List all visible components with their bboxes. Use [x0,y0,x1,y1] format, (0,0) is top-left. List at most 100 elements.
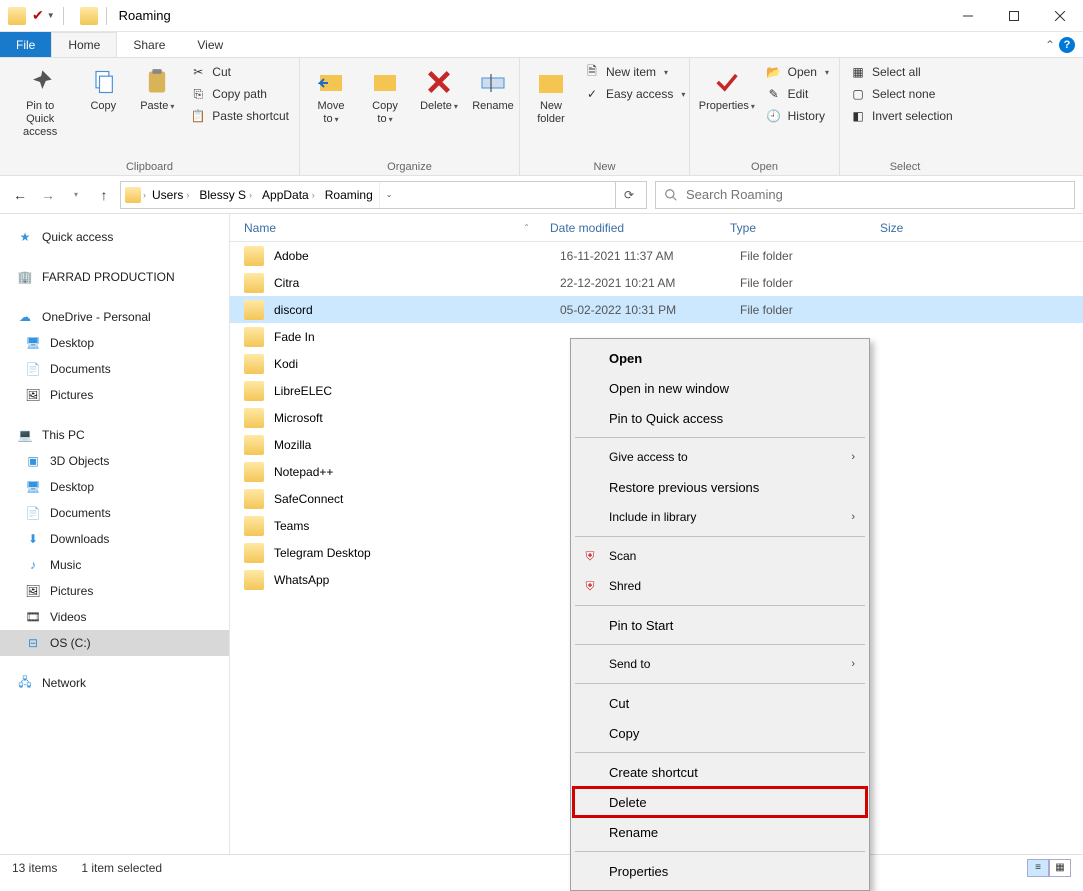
search-input[interactable] [655,181,1075,209]
column-type[interactable]: Type [730,221,880,235]
ctx-open-new-window[interactable]: Open in new window [573,373,867,403]
column-date[interactable]: Date modified [550,221,730,235]
cut-button[interactable]: ✂Cut [186,62,293,82]
properties-button[interactable]: Properties [696,62,758,117]
recent-dropdown[interactable]: ▾ [64,183,88,207]
ctx-pin-start[interactable]: Pin to Start [573,610,867,640]
scissors-icon: ✂ [190,64,206,80]
sidebar-item-onedrive[interactable]: ☁OneDrive - Personal [0,304,229,330]
new-group: New folder 🗎New item ✓Easy access New [520,58,690,175]
sidebar-item-documents[interactable]: 📄Documents [0,356,229,382]
column-headers[interactable]: Name⌃ Date modified Type Size [230,214,1083,242]
sidebar-item-pictures[interactable]: 🖼Pictures [0,578,229,604]
easy-access-button[interactable]: ✓Easy access [580,84,689,104]
file-tab[interactable]: File [0,32,51,57]
view-tab[interactable]: View [181,32,239,57]
address-bar[interactable]: › Users› Blessy S› AppData› Roaming ⌄ ⟳ [120,181,647,209]
sidebar-item-pictures[interactable]: 🖼Pictures [0,382,229,408]
open-group: Properties 📂Open ✎Edit 🕘History Open [690,58,840,175]
building-icon: 🏢 [16,268,34,286]
invert-selection-button[interactable]: ◧Invert selection [846,106,957,126]
group-label: Clipboard [6,159,293,175]
sidebar-item-this-pc[interactable]: 💻This PC [0,422,229,448]
ctx-restore-versions[interactable]: Restore previous versions [573,472,867,502]
network-icon: 🖧 [16,674,34,692]
help-icon[interactable]: ? [1059,37,1075,53]
sidebar-item-os-c[interactable]: ⊟OS (C:) [0,630,229,656]
forward-button[interactable]: → [36,183,60,207]
delete-button[interactable]: Delete [414,62,464,117]
column-size[interactable]: Size [880,221,1083,235]
search-icon [664,188,678,202]
icons-view-button[interactable]: ▦ [1049,859,1071,877]
sidebar-item-desktop[interactable]: 🖥Desktop [0,330,229,356]
drive-icon: ⊟ [24,634,42,652]
star-icon: ★ [16,228,34,246]
select-all-button[interactable]: ▦Select all [846,62,957,82]
sidebar-item-desktop[interactable]: 🖥Desktop [0,474,229,500]
move-to-button[interactable]: Move to [306,62,356,130]
ctx-shred[interactable]: ⛨Shred [573,571,867,601]
invert-icon: ◧ [850,108,866,124]
quick-access-toolbar[interactable]: ✔ ▼ [32,7,55,24]
pc-icon: 💻 [16,426,34,444]
select-none-button[interactable]: ▢Select none [846,84,957,104]
file-row[interactable]: discord 05-02-2022 10:31 PM File folder [230,296,1083,323]
ctx-scan[interactable]: ⛨Scan [573,541,867,571]
file-row[interactable]: Adobe 16-11-2021 11:37 AM File folder [230,242,1083,269]
new-folder-button[interactable]: New folder [526,62,576,130]
details-view-button[interactable]: ≡ [1027,859,1049,877]
sidebar-item-network[interactable]: 🖧Network [0,670,229,696]
search-field[interactable] [686,187,1066,202]
copy-path-button[interactable]: ⎘Copy path [186,84,293,104]
breadcrumb[interactable]: AppData› [258,186,319,204]
history-button[interactable]: 🕘History [762,106,833,126]
column-name[interactable]: Name⌃ [230,221,550,235]
ctx-give-access[interactable]: Give access to› [573,442,867,472]
sidebar-item-videos[interactable]: 🎞Videos [0,604,229,630]
maximize-button[interactable] [991,0,1037,32]
paste-shortcut-button[interactable]: 📋Paste shortcut [186,106,293,126]
ctx-open[interactable]: Open [573,343,867,373]
new-item-button[interactable]: 🗎New item [580,62,689,82]
close-button[interactable] [1037,0,1083,32]
sidebar-item-music[interactable]: ♪Music [0,552,229,578]
ctx-delete[interactable]: Delete [573,787,867,817]
minimize-button[interactable] [945,0,991,32]
ctx-create-shortcut[interactable]: Create shortcut [573,757,867,787]
edit-button[interactable]: ✎Edit [762,84,833,104]
pin-quick-access-button[interactable]: Pin to Quick access [6,62,74,144]
paste-button[interactable]: Paste [132,62,182,117]
breadcrumb[interactable]: Users› [148,186,193,204]
sidebar-item-downloads[interactable]: ⬇Downloads [0,526,229,552]
share-tab[interactable]: Share [117,32,181,57]
breadcrumb[interactable]: Blessy S› [195,186,256,204]
rename-button[interactable]: Rename [468,62,518,117]
ctx-copy[interactable]: Copy [573,718,867,748]
refresh-button[interactable]: ⟳ [615,182,642,208]
sidebar-item-farrad[interactable]: 🏢FARRAD PRODUCTION [0,264,229,290]
sidebar-item-3d-objects[interactable]: ▣3D Objects [0,448,229,474]
ctx-send-to[interactable]: Send to› [573,649,867,679]
ctx-cut[interactable]: Cut [573,688,867,718]
edit-icon: ✎ [766,86,782,102]
sidebar-item-quick-access[interactable]: ★Quick access [0,224,229,250]
main-area: ★Quick access 🏢FARRAD PRODUCTION ☁OneDri… [0,214,1083,854]
ctx-rename[interactable]: Rename [573,817,867,847]
ctx-include-library[interactable]: Include in library› [573,502,867,532]
copy-to-button[interactable]: Copy to [360,62,410,130]
breadcrumb[interactable]: Roaming [321,186,377,204]
ribbon-collapse[interactable]: ⌃? [1045,32,1083,57]
sidebar-item-documents[interactable]: 📄Documents [0,500,229,526]
home-tab[interactable]: Home [51,32,117,57]
open-button[interactable]: 📂Open [762,62,833,82]
copy-button[interactable]: Copy [78,62,128,117]
address-dropdown[interactable]: ⌄ [379,182,399,208]
file-date: 16-11-2021 11:37 AM [560,249,740,263]
folder-icon [244,570,264,590]
file-row[interactable]: Citra 22-12-2021 10:21 AM File folder [230,269,1083,296]
ctx-pin-quick-access[interactable]: Pin to Quick access [573,403,867,433]
up-button[interactable]: ↑ [92,183,116,207]
back-button[interactable]: ← [8,183,32,207]
ctx-properties[interactable]: Properties [573,856,867,886]
